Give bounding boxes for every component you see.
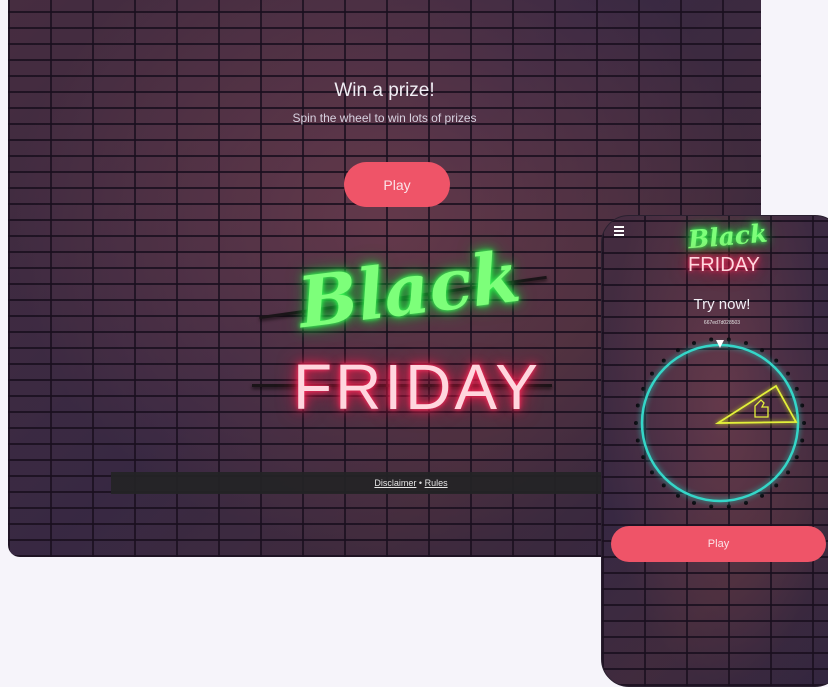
wheel-light-dot <box>726 337 731 342</box>
wheel-light-dot <box>794 455 799 460</box>
wheel-light-dot <box>709 504 714 509</box>
phone-preview: Black FRIDAY Try now! 667ed7d028503 Play <box>601 215 828 687</box>
wheel-light-dot <box>743 500 748 505</box>
wheel-light-dot <box>709 337 714 342</box>
wheel-light-dot <box>785 470 790 475</box>
menu-icon[interactable] <box>614 226 624 238</box>
session-code: 667ed7d028503 <box>703 320 741 326</box>
wheel-light-dot <box>743 341 748 346</box>
footer-separator: • <box>416 478 425 488</box>
prize-wheel[interactable] <box>628 328 818 518</box>
wheel-light-dot <box>641 455 646 460</box>
wheel-light-dot <box>726 504 731 509</box>
wheel-light-dot <box>676 348 680 353</box>
wheel-light-dot <box>635 403 640 408</box>
neon-black-text: Black <box>686 218 769 255</box>
wheel-light-dot <box>774 483 779 488</box>
wheel-light-dot <box>760 493 764 498</box>
wheel-light-dot <box>774 358 779 363</box>
disclaimer-link[interactable]: Disclaimer <box>374 478 416 488</box>
wheel-light-dot <box>692 500 697 505</box>
rules-link[interactable]: Rules <box>425 478 448 488</box>
page-subtitle: Spin the wheel to win lots of prizes <box>292 111 477 125</box>
wheel-light-dot <box>785 371 790 376</box>
phone-play-button[interactable]: Play <box>611 526 826 562</box>
wheel-light-dot <box>650 371 655 376</box>
wheel-light-dot <box>676 493 680 498</box>
wheel-light-dot <box>641 386 646 391</box>
wheel-light-dot <box>661 358 666 363</box>
wheel-light-dot <box>661 483 666 488</box>
wheel-light-dot <box>692 341 697 346</box>
neon-friday-text: FRIDAY <box>293 351 541 423</box>
try-now-heading: Try now! <box>693 296 751 313</box>
neon-black-text: Black <box>293 234 525 345</box>
wheel-light-dot <box>634 421 638 425</box>
thumbs-up-icon <box>754 399 769 418</box>
wheel-light-dot <box>800 403 805 408</box>
wheel-light-dot <box>794 386 799 391</box>
wheel-light-dot <box>650 470 655 475</box>
wheel-light-dot <box>800 438 805 443</box>
wheel-light-dot <box>635 438 640 443</box>
wheel-light-dot <box>802 421 806 425</box>
play-button[interactable]: Play <box>344 162 450 207</box>
wheel-light-dot <box>760 348 764 353</box>
page-title: Win a prize! <box>334 80 435 101</box>
neon-friday-text: FRIDAY <box>688 254 760 276</box>
